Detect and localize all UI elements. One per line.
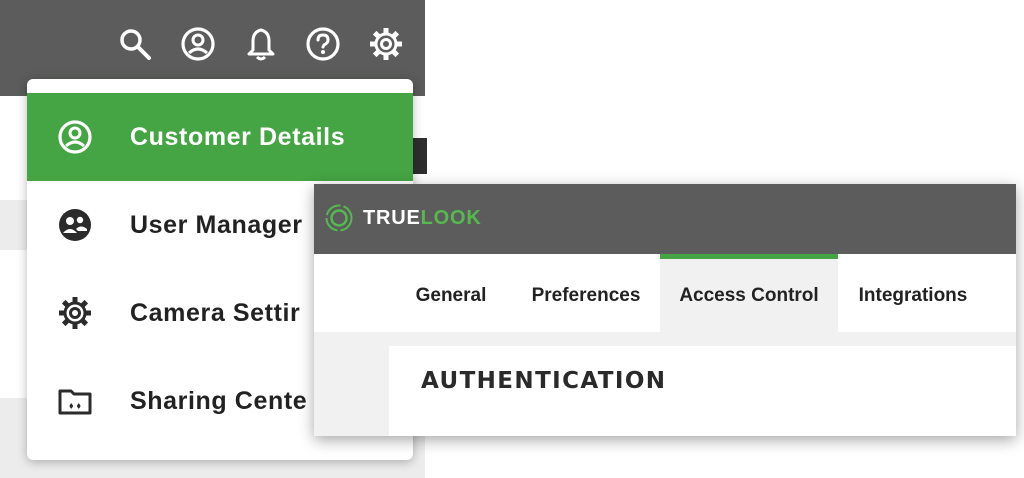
account-circle-icon bbox=[58, 120, 92, 154]
section-heading: AUTHENTICATION bbox=[421, 368, 667, 394]
brand-name-secondary: LOOK bbox=[420, 207, 482, 229]
tab-access-control[interactable]: Access Control bbox=[660, 254, 838, 332]
menu-item-label: Sharing Cente bbox=[130, 387, 308, 415]
tab-general[interactable]: General bbox=[396, 254, 506, 332]
gear-icon bbox=[59, 297, 91, 329]
menu-item-label: User Manager bbox=[130, 211, 303, 239]
bell-icon[interactable] bbox=[243, 26, 279, 62]
shared-folder-icon bbox=[58, 389, 92, 415]
settings-icon[interactable] bbox=[368, 26, 404, 62]
tab-integrations[interactable]: Integrations bbox=[844, 254, 982, 332]
menu-item-label: Customer Details bbox=[130, 123, 346, 151]
help-icon[interactable] bbox=[305, 26, 341, 62]
menu-item-label: Camera Settir bbox=[130, 299, 301, 327]
brand-name-primary: TRUE bbox=[363, 207, 421, 229]
truelook-logo-icon bbox=[325, 204, 353, 232]
settings-tabs: General Preferences Access Control Integ… bbox=[314, 254, 1016, 332]
truelook-settings-window: TRUELOOK General Preferences Access Cont… bbox=[314, 184, 1016, 436]
menu-item-customer-details[interactable]: Customer Details bbox=[27, 93, 413, 181]
truelook-logo[interactable]: TRUELOOK bbox=[324, 201, 482, 235]
users-icon bbox=[59, 209, 91, 241]
app-header: TRUELOOK bbox=[314, 184, 1016, 254]
search-icon[interactable] bbox=[117, 26, 153, 62]
authentication-card: AUTHENTICATION bbox=[389, 346, 1016, 436]
tab-content: AUTHENTICATION bbox=[314, 332, 1016, 436]
tab-preferences[interactable]: Preferences bbox=[514, 254, 658, 332]
account-icon[interactable] bbox=[180, 26, 216, 62]
brand-name: TRUELOOK bbox=[363, 203, 482, 233]
